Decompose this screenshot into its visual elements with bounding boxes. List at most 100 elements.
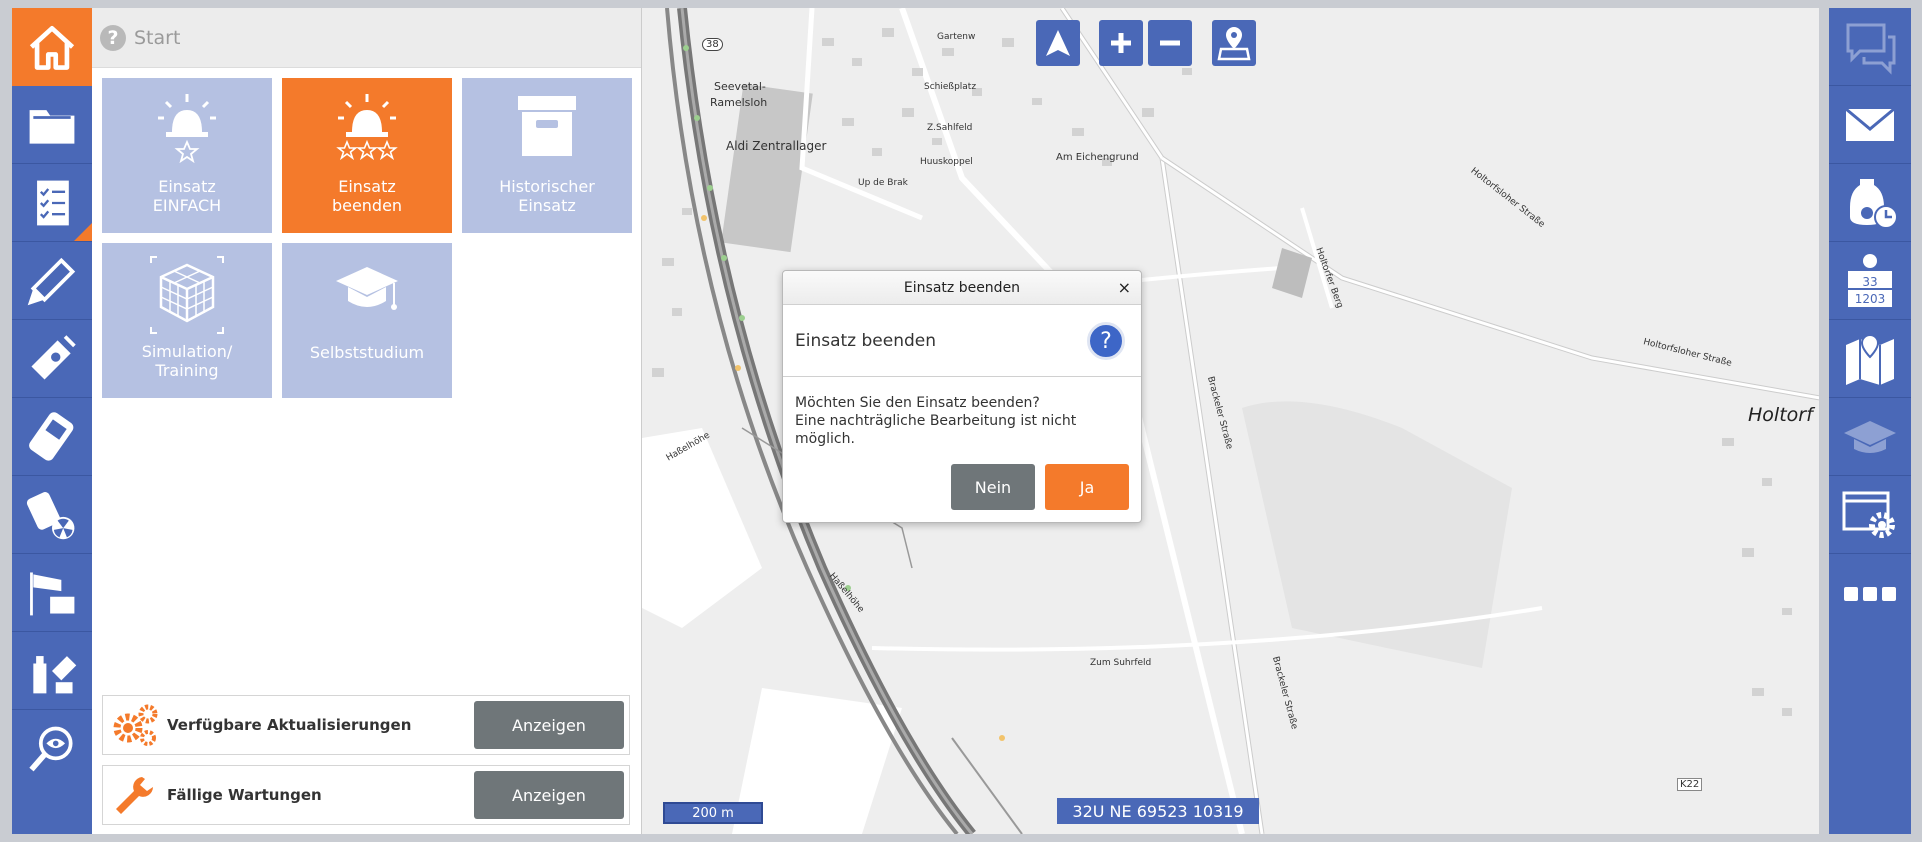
- tile-label: Simulation/Training: [141, 342, 233, 380]
- compass-arrow-icon: [1046, 30, 1070, 56]
- road-number-label: K22: [1677, 778, 1703, 791]
- tile-historischer-einsatz[interactable]: Historischer Einsatz: [462, 78, 632, 233]
- magnifier-eye-icon: [29, 726, 73, 772]
- right-sidebar: 33 1203: [1829, 8, 1911, 834]
- left-sidebar: [12, 8, 92, 834]
- chat-icon: [1846, 23, 1896, 75]
- dialog-buttons: Nein Ja: [951, 464, 1129, 510]
- svg-text:1203: 1203: [1855, 292, 1886, 306]
- map-label: Up de Brak: [858, 178, 908, 188]
- windsock-icon: [30, 571, 75, 615]
- coordinate-display: 32U NE 69523 10319: [1057, 798, 1259, 824]
- training-button[interactable]: [1829, 398, 1911, 476]
- dosimeter-icon: [31, 334, 76, 380]
- tile-label: Selbststudium: [309, 343, 425, 362]
- observe-button[interactable]: [12, 710, 92, 788]
- checklist-button[interactable]: [12, 164, 92, 242]
- map-label: Am Eichengrund: [1056, 152, 1139, 163]
- map-button[interactable]: [1829, 320, 1911, 398]
- map-label: Zum Suhrfeld: [1090, 658, 1152, 668]
- alarm-light-stars-icon: [336, 94, 398, 161]
- home-button[interactable]: [12, 8, 92, 86]
- gears-icon: [109, 700, 159, 750]
- yes-button[interactable]: Ja: [1045, 464, 1129, 510]
- svg-text:33: 33: [1862, 275, 1877, 289]
- minus-icon: [1160, 40, 1180, 46]
- main-panel: ? Start EinsatzEINFACH Einsatzbeenden: [92, 8, 641, 834]
- dialog-title-bar: Einsatz beenden ×: [783, 271, 1141, 305]
- dialog-title: Einsatz beenden: [903, 279, 1021, 296]
- close-icon[interactable]: ×: [1118, 278, 1131, 297]
- updates-label: Verfügbare Aktualisierungen: [167, 716, 412, 734]
- breathing-timer-button[interactable]: [1829, 164, 1911, 242]
- info-table-icon: 33 1203: [1848, 253, 1892, 307]
- no-button[interactable]: Nein: [951, 464, 1035, 510]
- tile-label: Historischer Einsatz: [499, 177, 595, 215]
- info-table-button[interactable]: 33 1203: [1829, 242, 1911, 320]
- north-button[interactable]: [1036, 20, 1080, 66]
- radiation-icon: [26, 491, 75, 539]
- message-line: möglich.: [795, 431, 855, 447]
- breadcrumb: ? Start: [92, 8, 641, 68]
- tile-simulation-training[interactable]: Simulation/Training: [102, 243, 272, 398]
- location-button[interactable]: [1212, 20, 1256, 66]
- road-number-label: 38: [702, 38, 723, 51]
- updates-show-button[interactable]: Anzeigen: [474, 701, 624, 749]
- tile-einsatz-einfach[interactable]: Einsatz EINFACH: [102, 78, 272, 233]
- tile-label: Einsatz EINFACH: [152, 177, 222, 215]
- archive-box-icon: [518, 96, 576, 156]
- chemicals-button[interactable]: [12, 632, 92, 710]
- probe-icon: [27, 257, 76, 305]
- app-window: ? Start EinsatzEINFACH Einsatzbeenden: [0, 0, 1922, 842]
- envelope-icon: [1845, 107, 1895, 141]
- map-label: Z.Sahlfeld: [927, 123, 973, 133]
- measuring-device-icon: [29, 411, 74, 461]
- mail-button[interactable]: [1829, 86, 1911, 164]
- settings-button[interactable]: [1829, 476, 1911, 554]
- checklist-icon: [37, 180, 69, 225]
- zoom-out-button[interactable]: [1148, 20, 1192, 66]
- tile-label: Einsatz beenden: [331, 177, 403, 215]
- help-icon[interactable]: ?: [100, 24, 126, 51]
- dialog-heading: Einsatz beenden: [795, 330, 937, 351]
- radiation-button[interactable]: [12, 476, 92, 554]
- map-label: Ramelsloh: [710, 96, 768, 109]
- map-label: Schießplatz: [924, 82, 977, 92]
- place-name: Holtorf: [1748, 404, 1813, 426]
- wrench-icon: [109, 770, 159, 820]
- corner-marker: [74, 223, 92, 241]
- map-label: Aldi Zentrallager: [726, 139, 827, 153]
- message-line: Möchten Sie den Einsatz beenden?: [795, 395, 1040, 411]
- map-label: Gartenw: [937, 32, 976, 42]
- measuring-device-button[interactable]: [12, 398, 92, 476]
- tile-einsatz-beenden[interactable]: Einsatz beenden: [282, 78, 452, 233]
- updates-row: Verfügbare Aktualisierungen Anzeigen: [102, 695, 630, 755]
- folder-button[interactable]: [12, 86, 92, 164]
- map-label: Huuskoppel: [920, 157, 973, 167]
- tile-selbststudium[interactable]: Selbststudium: [282, 243, 452, 398]
- chat-button[interactable]: [1829, 8, 1911, 86]
- graduation-cap-icon: [1844, 420, 1896, 453]
- cube-icon: [150, 256, 224, 334]
- home-icon: [29, 26, 75, 70]
- map-label: Seevetal-: [714, 80, 766, 93]
- breathing-timer-icon: [1850, 178, 1898, 229]
- plus-icon: [1111, 33, 1131, 53]
- dialog-header: Einsatz beenden ?: [783, 305, 1141, 377]
- probe-button[interactable]: [12, 242, 92, 320]
- map-pin-icon: [1846, 333, 1894, 385]
- alarm-light-icon: [158, 94, 216, 164]
- window-gear-icon: [1842, 491, 1895, 538]
- zoom-in-button[interactable]: [1099, 20, 1143, 66]
- question-icon: ?: [1087, 322, 1125, 360]
- wind-button[interactable]: [12, 554, 92, 632]
- chemicals-icon: [33, 655, 77, 693]
- more-dots-icon: [1844, 587, 1896, 601]
- dosimeter-button[interactable]: [12, 320, 92, 398]
- more-button[interactable]: [1829, 554, 1911, 632]
- breadcrumb-label: Start: [134, 26, 181, 49]
- maintenance-show-button[interactable]: Anzeigen: [474, 771, 624, 819]
- graduation-cap-icon: [336, 267, 398, 310]
- message-line: Eine nachträgliche Bearbeitung ist nicht: [795, 413, 1077, 429]
- dialog-message: Möchten Sie den Einsatz beenden? Eine na…: [783, 377, 1141, 448]
